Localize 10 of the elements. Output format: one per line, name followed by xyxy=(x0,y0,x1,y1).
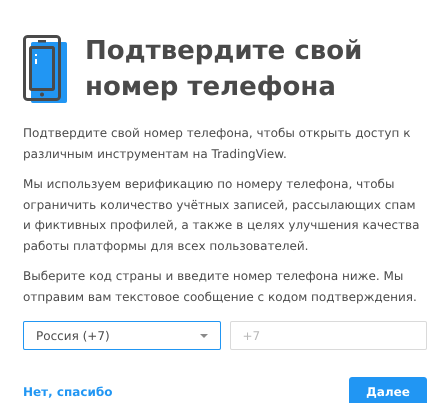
dialog-title: Подтвердите свой номер телефона xyxy=(85,35,364,104)
next-button[interactable]: Далее xyxy=(349,377,427,403)
description-text: Подтвердите свой номер телефона, чтобы открыть доступ к различным инструментам на TradingView. xyxy=(23,125,412,162)
caret-icon xyxy=(200,334,208,338)
description-text: Мы используем верификацию по номеру телефона, чтобы ограничить количество учётных записей, рассылающих спам и фиктивных профилей, а также в целях улучшения качества работы платформы для всех пользователей. xyxy=(23,176,420,254)
description-text: Выберите код страны и введите номер телефона ниже. Мы отправим вам текстовое сообщение с кодом подтверждения. xyxy=(23,268,418,306)
phone-icon xyxy=(23,35,67,103)
phone-field[interactable]: +7 xyxy=(230,321,427,350)
decline-link[interactable]: Нет, спасибо xyxy=(23,384,113,398)
country-select[interactable]: Россия (+7) xyxy=(23,321,220,350)
